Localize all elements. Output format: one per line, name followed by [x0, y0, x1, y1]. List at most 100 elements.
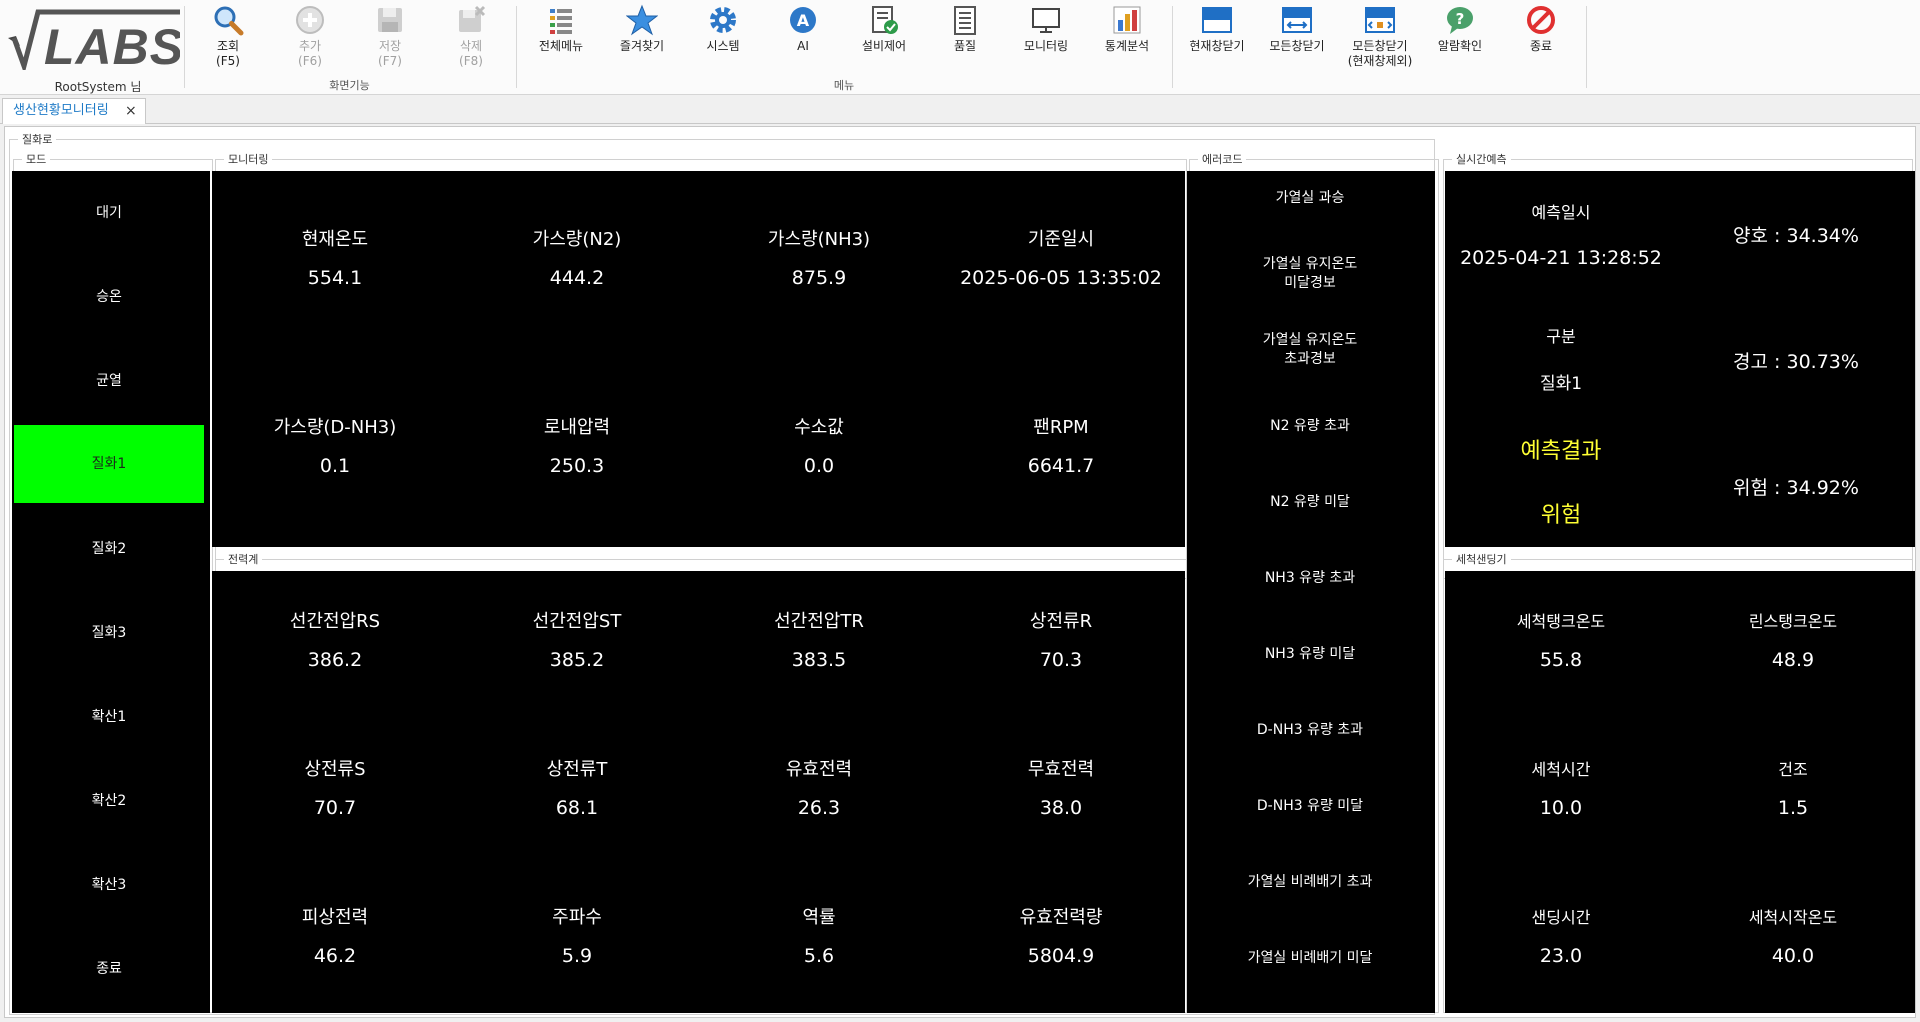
statistics-label: 통계분석 [1104, 39, 1150, 53]
tab-production-monitoring[interactable]: 생산현황모니터링 × [2, 98, 146, 124]
equipment-control-label: 설비제어 [861, 39, 907, 53]
metric-cell: 상전류R 70.3 [940, 609, 1182, 671]
metric-value: 250.3 [549, 455, 605, 477]
monitoring-panel: 현재온도 554.1 가스량(N2) 444.2 가스량(NH3) 875.9 기준일시 20… [212, 171, 1185, 547]
error-code-item: 가열실 유지온도 초과경보 [1262, 332, 1358, 367]
equipment-control-button[interactable]: 설비제어 [844, 4, 924, 74]
metric-value: 383.5 [791, 649, 847, 671]
metric-cell: 주파수 5.9 [456, 905, 698, 967]
mode-item[interactable]: 질화2 [12, 507, 206, 591]
plus-icon [296, 6, 324, 34]
washer-panel: 세척탱크온도 55.8 린스탱크온도 48.9 세척시간 10.0 건조 1.5 샌딩시간 23.… [1445, 571, 1915, 1013]
metric-cell: 세척탱크온도 55.8 [1445, 609, 1677, 671]
system-button[interactable]: 시스템 [683, 4, 763, 74]
monitoring-button[interactable]: 모니터링 [1006, 4, 1086, 74]
close-others-label: 모든창닫기 [1352, 39, 1408, 53]
delete-button[interactable]: 삭제 (F8) [431, 4, 511, 74]
metric-cell: 로내압력 250.3 [456, 415, 698, 477]
document-lines-icon [954, 6, 976, 35]
metric-cell: 린스탱크온도 48.9 [1677, 609, 1909, 671]
save-button[interactable]: 저장 (F7) [350, 4, 430, 74]
metric-label: 상전류R [1029, 611, 1093, 632]
mode-panel: 대기 승온 균열 질화1 질화2 질화3 확산1 확산2 확산3 종료 [12, 171, 210, 1013]
search-button[interactable]: 조회 (F5) [188, 4, 268, 74]
app-logo: LABS RootSystem 님 [6, 4, 182, 94]
metric-value: 444.2 [549, 267, 605, 289]
close-all-windows-button[interactable]: 모든창닫기 [1257, 4, 1337, 74]
prediction-warning-rate: 경고 : 30.73% [1733, 351, 1859, 373]
group-label-screen: 화면기능 [329, 79, 370, 92]
metric-value: 0.0 [803, 455, 835, 477]
close-others-sub: (현재창제외) [1347, 54, 1413, 68]
metric-label: 피상전력 [301, 907, 369, 928]
menu-list-icon [550, 9, 572, 34]
metric-value: 5804.9 [1027, 945, 1095, 967]
metric-value: 70.7 [313, 797, 357, 819]
metric-value: 554.1 [307, 267, 363, 289]
statistics-button[interactable]: 통계분석 [1087, 4, 1167, 74]
metric-value: 5.6 [803, 945, 835, 967]
mode-item[interactable]: 확산3 [12, 843, 206, 927]
mode-item[interactable]: 승온 [12, 255, 206, 339]
metric-label: 수소값 [794, 417, 844, 438]
mode-item[interactable]: 확산1 [12, 675, 206, 759]
alarm-check-button[interactable]: ? 알람확인 [1420, 4, 1500, 74]
svg-text:LABS: LABS [44, 19, 180, 70]
metric-cell: 세척시작온도 40.0 [1677, 905, 1909, 967]
exit-button[interactable]: 종료 [1501, 4, 1581, 74]
metric-label: 선간전압TR [774, 611, 864, 632]
all-menu-button[interactable]: 전체메뉴 [521, 4, 601, 74]
content-area: 질화로 모드 대기 승온 균열 질화1 질화2 질화3 확산1 확산2 확산3 종료 모니터링 현… [4, 126, 1916, 1018]
metric-value: 68.1 [555, 797, 599, 819]
metric-cell: 세척시간 10.0 [1445, 757, 1677, 819]
metric-label: 가스량(D-NH3) [273, 417, 397, 438]
save-key: (F7) [378, 54, 402, 68]
toolbar: LABS RootSystem 님 조회 (F5) 추가 (F6) 저장 (F7… [0, 0, 1920, 95]
all-menu-label: 전체메뉴 [538, 39, 584, 53]
mode-item[interactable]: 균열 [12, 339, 206, 423]
favorites-button[interactable]: 즐겨찾기 [602, 4, 682, 74]
metric-value: 23.0 [1539, 945, 1583, 967]
tab-label: 생산현황모니터링 [13, 103, 109, 118]
metric-value: 26.3 [797, 797, 841, 819]
prediction-date-value: 2025-04-21 13:28:52 [1460, 247, 1662, 269]
metric-value: 38.0 [1039, 797, 1083, 819]
mode-item[interactable]: 확산2 [12, 759, 206, 843]
toolbar-separator [516, 6, 517, 88]
user-label: RootSystem 님 [54, 80, 142, 94]
error-code-item: 가열실 비례배기 미달 [1247, 950, 1373, 966]
close-other-windows-button[interactable]: 모든창닫기 (현재창제외) [1338, 4, 1422, 74]
window-arrows-keep-icon [1365, 7, 1395, 33]
no-entry-icon [1527, 6, 1555, 34]
metric-label: 역률 [802, 907, 836, 928]
metric-value: 70.3 [1039, 649, 1083, 671]
mode-item[interactable]: 종료 [12, 927, 206, 1011]
metric-cell: 건조 1.5 [1677, 757, 1909, 819]
labs-logo-icon: LABS [8, 9, 180, 70]
system-label: 시스템 [706, 39, 740, 53]
metric-value: 386.2 [307, 649, 363, 671]
quality-button[interactable]: 품질 [925, 4, 1005, 74]
metric-value: 0.1 [319, 455, 351, 477]
ai-label: AI [797, 39, 809, 53]
error-code-item: 가열실 과승 [1275, 190, 1345, 206]
favorites-label: 즐겨찾기 [619, 39, 665, 53]
mode-caption: 모드 [22, 151, 51, 167]
metric-label: 건조 [1778, 760, 1808, 779]
add-button[interactable]: 추가 (F6) [270, 4, 350, 74]
mode-item[interactable]: 대기 [12, 171, 206, 255]
search-key: (F5) [216, 54, 240, 68]
error-code-item: NH3 유량 초과 [1264, 570, 1356, 586]
tab-close-icon[interactable]: × [125, 99, 137, 123]
mode-item[interactable]: 질화3 [12, 591, 206, 675]
prediction-result-value: 위험 [1540, 503, 1582, 528]
metric-label: 가스량(NH3) [767, 229, 871, 250]
metric-cell: 상전류T 68.1 [456, 757, 698, 819]
metric-value: 46.2 [313, 945, 357, 967]
toolbar-separator [184, 6, 185, 88]
close-current-window-button[interactable]: 현재창닫기 [1177, 4, 1257, 74]
metric-label: 가스량(N2) [532, 229, 622, 250]
ai-button[interactable]: A AI [763, 4, 843, 74]
metric-cell: 유효전력량 5804.9 [940, 905, 1182, 967]
mode-item[interactable]: 질화1 [14, 425, 204, 503]
